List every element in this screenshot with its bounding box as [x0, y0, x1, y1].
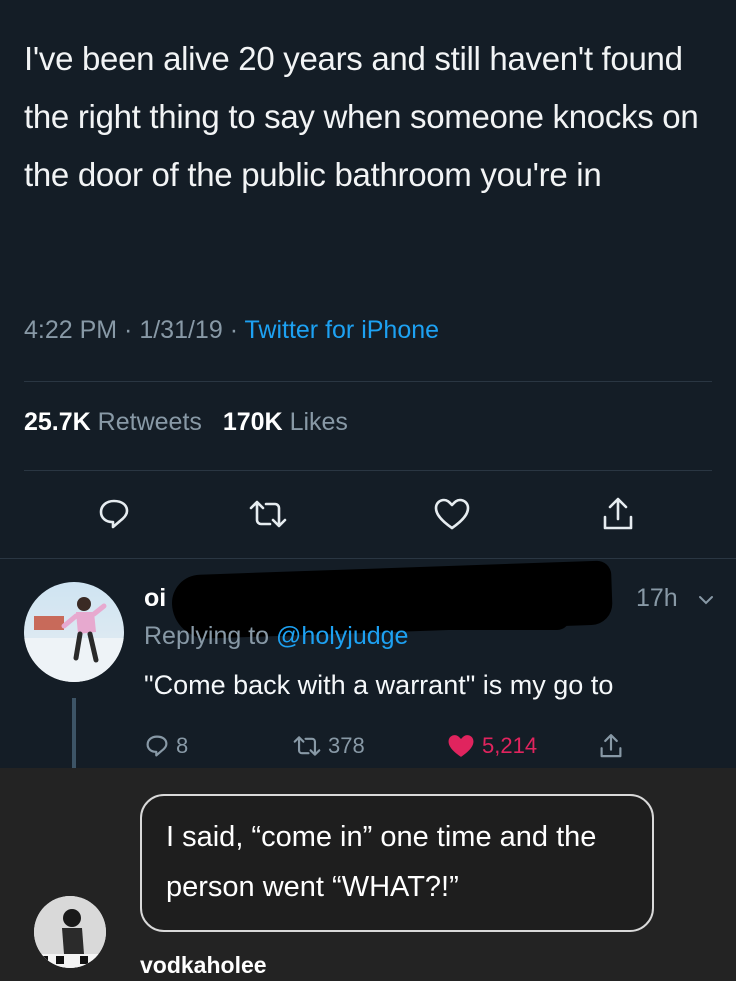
likes-count: 170K: [222, 408, 283, 436]
reply-like-button[interactable]: 5,214: [446, 728, 537, 764]
retweets-stat[interactable]: 25.7K Retweets: [24, 408, 202, 436]
comment-bubble: I said, “come in” one time and the perso…: [140, 794, 654, 932]
tweet-action-bar: [0, 492, 736, 542]
reply-retweet-button[interactable]: 378: [292, 728, 365, 764]
like-button[interactable]: [430, 492, 474, 536]
reply-reply-button[interactable]: 8: [144, 728, 188, 764]
retweet-icon: [249, 500, 287, 528]
retweet-icon: [293, 736, 321, 756]
likes-label: Likes: [289, 408, 348, 436]
divider: [24, 381, 712, 382]
reply-icon: [146, 735, 168, 757]
replying-to: Replying to @holyjudge: [144, 622, 408, 651]
retweets-count: 25.7K: [24, 408, 91, 436]
reply-replies-count: 8: [176, 733, 189, 758]
reply-action-bar: 8 378 5,214: [0, 728, 736, 764]
retweets-label: Retweets: [97, 408, 202, 436]
reply-text: "Come back with a warrant" is my go to: [144, 670, 614, 700]
replying-prefix: Replying to: [144, 622, 270, 650]
replying-handle-link[interactable]: @holyjudge: [276, 622, 408, 650]
reply-author-name[interactable]: oi: [144, 584, 166, 613]
tweet-text: I've been alive 20 years and still haven…: [24, 40, 699, 193]
reply-icon: [99, 499, 129, 529]
heart-filled-icon: [448, 735, 474, 757]
divider: [24, 470, 712, 471]
tweet-stats: 25.7K Retweets 170K Likes: [24, 408, 348, 437]
chevron-down-icon[interactable]: [696, 590, 716, 610]
avatar-photo: [24, 597, 124, 682]
reply-retweets-count: 378: [328, 733, 365, 758]
likes-stat[interactable]: 170K Likes: [223, 408, 348, 436]
divider: [0, 558, 736, 559]
share-button[interactable]: [596, 492, 640, 536]
commenter-avatar[interactable]: [34, 896, 106, 968]
reply-time: 17h: [636, 584, 678, 612]
avatar-photo: [34, 896, 106, 968]
commenter-username[interactable]: vodkaholee: [140, 952, 267, 979]
tweet-source-link[interactable]: Twitter for iPhone: [245, 316, 440, 344]
reply-share-button[interactable]: [598, 728, 624, 764]
retweet-button[interactable]: [246, 492, 290, 536]
share-icon: [600, 734, 622, 758]
reply-button[interactable]: [92, 492, 136, 536]
comment-text: I said, “come in” one time and the perso…: [166, 821, 597, 903]
reply-likes-count: 5,214: [482, 733, 538, 758]
reply-avatar[interactable]: [24, 582, 124, 682]
tweet-time: 4:22 PM: [24, 316, 118, 344]
tweet-meta: 4:22 PM · 1/31/19 · Twitter for iPhone: [24, 316, 440, 344]
redaction-scribble: [420, 604, 570, 630]
share-icon: [603, 497, 633, 530]
tweet-date: 1/31/19: [139, 316, 223, 344]
heart-icon: [434, 498, 470, 530]
